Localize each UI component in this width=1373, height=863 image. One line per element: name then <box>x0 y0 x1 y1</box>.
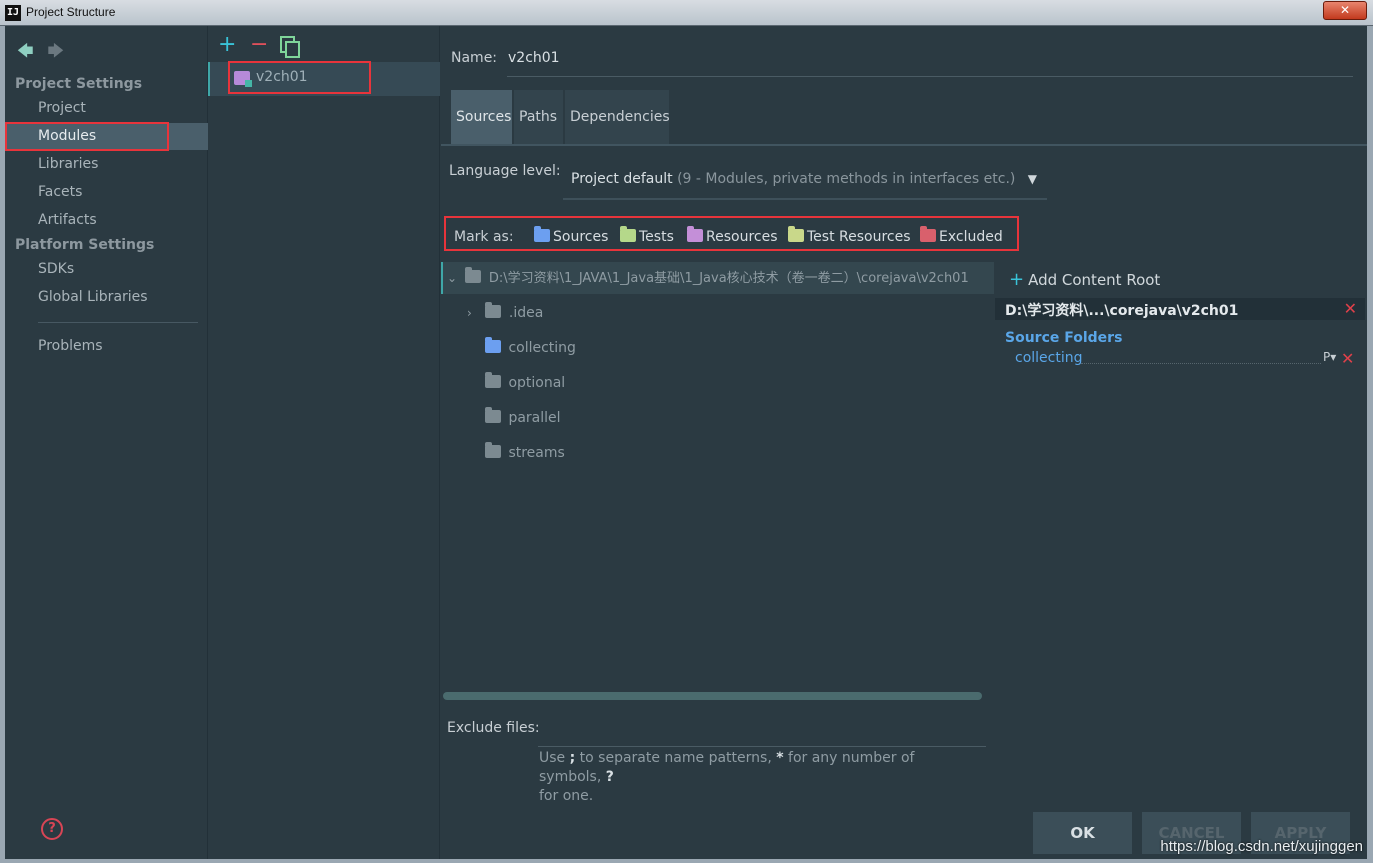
excluded-folder-icon <box>920 226 936 242</box>
settings-nav: 🡄 🡆 Project Settings Project Modules Libr… <box>5 26 208 859</box>
remove-source-folder-icon[interactable]: ✕ <box>1341 349 1354 368</box>
folder-icon <box>465 267 482 283</box>
nav-item-sdks[interactable]: SDKs <box>5 256 208 283</box>
tree-item-streams[interactable]: streams <box>485 441 565 465</box>
window-title: Project Structure <box>26 5 116 19</box>
tree-root-node: ⌄ D:\学习资料\1_JAVA\1_Java基础\1_Java核心技术（卷一卷… <box>447 266 992 290</box>
tree-item-optional[interactable]: optional <box>485 371 565 395</box>
source-folder-icon <box>485 337 501 353</box>
window-close-button[interactable]: ✕ <box>1323 1 1367 20</box>
nav-item-facets[interactable]: Facets <box>5 179 208 206</box>
watermark-text: https://blog.csdn.net/xujinggen <box>1160 838 1363 855</box>
exclude-files-hint: Use ; to separate name patterns, * for a… <box>539 750 915 804</box>
folder-icon <box>485 407 501 423</box>
module-item-v2ch01[interactable]: v2ch01 <box>208 62 440 96</box>
tabs-divider <box>441 144 1367 146</box>
tab-sources[interactable]: Sources <box>451 90 512 144</box>
content-root-tree: ⌄ D:\学习资料\1_JAVA\1_Java基础\1_Java核心技术（卷一卷… <box>441 262 994 692</box>
sources-folder-icon <box>534 226 550 242</box>
module-label: v2ch01 <box>256 69 308 85</box>
window-border-bottom <box>0 859 1373 863</box>
module-list-panel: + − v2ch01 <box>208 26 440 859</box>
tree-root-row[interactable]: ⌄ D:\学习资料\1_JAVA\1_Java基础\1_Java核心技术（卷一卷… <box>441 262 994 294</box>
tab-dependencies[interactable]: Dependencies <box>565 90 670 144</box>
arrow-right-icon[interactable]: 🡆 <box>48 41 65 60</box>
content-root-path: D:\学习资料\...\corejava\v2ch01 <box>1005 303 1239 319</box>
chevron-down-icon[interactable]: ⌄ <box>447 266 461 290</box>
source-folder-leader <box>1081 363 1321 364</box>
mark-excluded-button[interactable]: Excluded <box>920 226 1003 245</box>
window-border-right <box>1367 26 1373 863</box>
window-titlebar: IJ Project Structure ✕ <box>0 0 1373 26</box>
section-platform-settings: Platform Settings <box>15 237 155 253</box>
add-module-icon[interactable]: + <box>218 32 236 57</box>
nav-divider <box>38 322 198 323</box>
content-root-panel: + Add Content Root D:\学习资料\...\corejava\v… <box>995 260 1365 700</box>
name-label: Name: <box>451 50 498 66</box>
tab-paths[interactable]: Paths <box>514 90 563 144</box>
tree-horizontal-scrollbar[interactable] <box>443 692 982 700</box>
intellij-app-icon: IJ <box>5 5 21 21</box>
copy-module-icon[interactable] <box>280 36 300 58</box>
mark-test-resources-button[interactable]: Test Resources <box>788 226 911 245</box>
nav-item-artifacts[interactable]: Artifacts <box>5 207 208 234</box>
resources-folder-icon <box>687 226 703 242</box>
help-icon[interactable]: ? <box>41 818 63 840</box>
language-level-label: Language level: <box>449 163 561 179</box>
folder-icon <box>485 372 501 388</box>
content-root-row[interactable]: D:\学习资料\...\corejava\v2ch01 ✕ <box>995 298 1365 320</box>
nav-item-project[interactable]: Project <box>5 95 208 122</box>
mark-as-label: Mark as: <box>454 229 514 245</box>
ok-button[interactable]: OK <box>1033 812 1132 854</box>
name-field-underline <box>507 76 1353 77</box>
arrow-left-icon[interactable]: 🡄 <box>17 41 34 60</box>
tree-item-parallel[interactable]: parallel <box>485 406 561 430</box>
mark-sources-button[interactable]: Sources <box>534 226 608 245</box>
mark-resources-button[interactable]: Resources <box>687 226 778 245</box>
remove-module-icon[interactable]: − <box>250 32 268 57</box>
tree-root-path: D:\学习资料\1_JAVA\1_Java基础\1_Java核心技术（卷一卷二）… <box>488 271 969 286</box>
language-level-select[interactable]: Project default (9 - Modules, private me… <box>563 166 1047 200</box>
chevron-down-icon: ▼ <box>1027 172 1037 186</box>
add-content-root-button[interactable]: + Add Content Root <box>1009 269 1160 290</box>
tests-folder-icon <box>620 226 636 242</box>
nav-item-problems[interactable]: Problems <box>5 333 208 360</box>
language-level-hint: (9 - Modules, private methods in interfa… <box>677 171 1016 187</box>
module-name-field[interactable]: v2ch01 <box>508 50 560 66</box>
source-folder-item[interactable]: collecting <box>1015 350 1083 366</box>
history-arrows: 🡄 🡆 <box>17 40 78 67</box>
folder-icon <box>485 302 502 318</box>
mark-tests-button[interactable]: Tests <box>620 226 674 245</box>
folder-icon <box>485 442 501 458</box>
module-folder-icon <box>234 71 252 87</box>
plus-icon: + <box>1009 269 1025 290</box>
nav-item-global-libraries[interactable]: Global Libraries <box>5 284 208 311</box>
source-folders-title: Source Folders <box>1005 330 1123 346</box>
nav-item-modules[interactable]: Modules <box>5 123 208 150</box>
tree-item-idea[interactable]: › .idea <box>467 301 543 325</box>
exclude-files-label: Exclude files: <box>447 720 540 736</box>
tree-item-collecting[interactable]: collecting <box>485 336 576 360</box>
language-level-value: Project default (9 - Modules, private me… <box>571 171 1016 187</box>
package-prefix-icon[interactable]: P▾ <box>1323 350 1336 364</box>
exclude-files-input[interactable] <box>538 746 986 747</box>
remove-content-root-icon[interactable]: ✕ <box>1344 299 1357 318</box>
chevron-right-icon[interactable]: › <box>467 301 481 325</box>
section-project-settings: Project Settings <box>15 76 143 92</box>
test-resources-folder-icon <box>788 226 804 242</box>
nav-item-libraries[interactable]: Libraries <box>5 151 208 178</box>
